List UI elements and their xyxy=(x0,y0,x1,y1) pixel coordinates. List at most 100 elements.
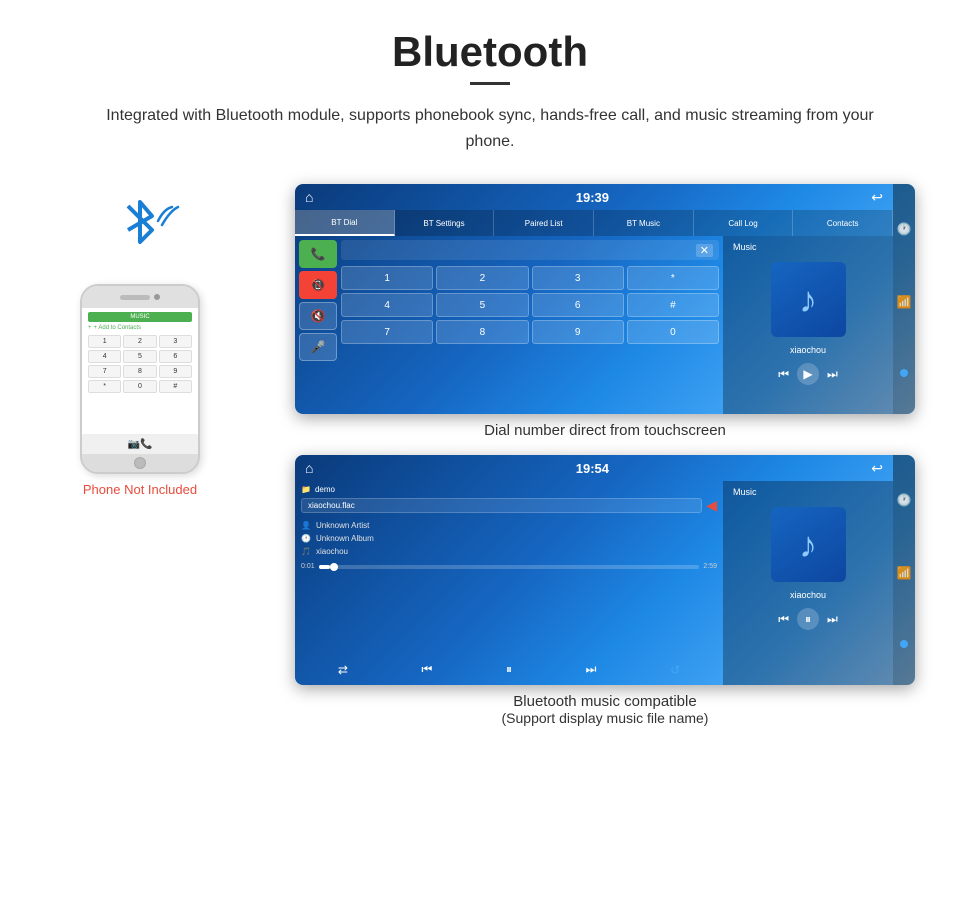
key-hash[interactable]: # xyxy=(627,293,719,317)
screen1-caption: Dial number direct from touchscreen xyxy=(484,422,726,439)
prev-button-2[interactable]: ⏮ xyxy=(778,612,789,627)
screen1-body: 📞 📵 🔇 🎤 ✕ 1 xyxy=(295,236,893,414)
phone-key: * xyxy=(88,380,121,393)
key-2[interactable]: 2 xyxy=(436,266,528,290)
play-button-1[interactable]: ▶ xyxy=(797,363,819,385)
phone-key: # xyxy=(159,380,192,393)
dial-action-buttons: 📞 📵 🔇 🎤 xyxy=(299,240,337,410)
phone-call-icon: 📞 xyxy=(140,439,152,450)
side-icon-dot xyxy=(900,369,908,377)
next-button-1[interactable]: ⏭ xyxy=(827,367,838,382)
music-progress-fill xyxy=(319,565,330,569)
side-icon-time: 🕐 xyxy=(897,222,912,236)
phone-mockup: MUSIC ++ Add to Contacts 1 2 3 4 5 6 7 8… xyxy=(80,284,200,474)
key-0[interactable]: 0 xyxy=(627,320,719,344)
mute-button[interactable]: 🔇 xyxy=(299,302,337,330)
music-controls-2: ⏮ ⏸ ⏭ xyxy=(778,608,838,630)
main-content: MUSIC ++ Add to Contacts 1 2 3 4 5 6 7 8… xyxy=(0,184,980,726)
phone-key: 0 xyxy=(123,380,156,393)
screen2-caption-wrap: Bluetooth music compatible (Support disp… xyxy=(502,693,709,726)
phone-key: 3 xyxy=(159,335,192,348)
time-start: 0:01 xyxy=(301,563,315,570)
music-note-icon-2: ♪ xyxy=(799,524,817,566)
end-call-button[interactable]: 📵 xyxy=(299,271,337,299)
phone-keypad: 1 2 3 4 5 6 7 8 9 * 0 # xyxy=(88,335,192,393)
mic-button[interactable]: 🎤 xyxy=(299,333,337,361)
repeat-icon[interactable]: ↺ xyxy=(670,663,680,677)
album-icon: 🕐 xyxy=(301,534,311,543)
phone-screen: MUSIC ++ Add to Contacts 1 2 3 4 5 6 7 8… xyxy=(82,308,198,434)
dial-display: ✕ xyxy=(341,240,719,260)
phone-home-button xyxy=(82,454,198,472)
screen1-status-bar: ⌂ 19:39 ↩ xyxy=(295,184,893,210)
artist-row: 👤 Unknown Artist xyxy=(301,521,717,530)
screen2-time: 19:54 xyxy=(576,461,609,476)
left-panel: MUSIC ++ Add to Contacts 1 2 3 4 5 6 7 8… xyxy=(40,194,240,497)
music-progress-bar[interactable] xyxy=(319,565,700,569)
pause-icon[interactable]: ⏸ xyxy=(506,662,512,677)
dial-pad: ✕ 1 2 3 * 4 5 xyxy=(341,240,719,410)
music-left: 📁 demo xiaochou.flac ◀ 👤 xyxy=(295,481,723,685)
album-row: 🕐 Unknown Album xyxy=(301,534,717,543)
music-folder: 📁 demo xyxy=(301,485,717,494)
subtitle: Integrated with Bluetooth module, suppor… xyxy=(90,103,890,154)
phone-key: 8 xyxy=(123,365,156,378)
key-9[interactable]: 9 xyxy=(532,320,624,344)
phone-key: 4 xyxy=(88,350,121,363)
side-icon-time-2: 🕐 xyxy=(897,493,912,507)
screen2-back-icon: ↩ xyxy=(871,460,883,477)
music-label-1: Music xyxy=(733,242,757,252)
phone-bottom-icons: 📷 📞 xyxy=(122,434,159,454)
screen2-status-bar: ⌂ 19:54 ↩ xyxy=(295,455,893,481)
tab-bt-music[interactable]: BT Music xyxy=(594,210,694,236)
artist-icon: 👤 xyxy=(301,521,311,530)
track-name-2: xiaochou xyxy=(790,590,826,600)
key-1[interactable]: 1 xyxy=(341,266,433,290)
phone-home-circle xyxy=(134,457,146,469)
prev-button-1[interactable]: ⏮ xyxy=(778,367,789,382)
music-file-area: xiaochou.flac ◀ xyxy=(301,497,717,514)
track-label: xiaochou xyxy=(316,547,348,556)
tab-bt-settings[interactable]: BT Settings xyxy=(395,210,495,236)
screen1-time: 19:39 xyxy=(576,190,609,205)
next-icon[interactable]: ⏭ xyxy=(586,662,597,677)
music-panel-2: Music ♪ xiaochou ⏮ ⏸ ⏭ xyxy=(723,481,893,685)
key-8[interactable]: 8 xyxy=(436,320,528,344)
side-icon-signal: 📶 xyxy=(897,295,912,309)
phone-add-contact: ++ Add to Contacts xyxy=(88,325,192,331)
phone-key: 5 xyxy=(123,350,156,363)
bluetooth-icon-wrap xyxy=(100,194,180,274)
phone-key: 9 xyxy=(159,365,192,378)
shuffle-icon[interactable]: ⇄ xyxy=(338,663,348,677)
pause-button-2[interactable]: ⏸ xyxy=(797,608,819,630)
music-info-area: 👤 Unknown Artist 🕐 Unknown Album 🎵 xiao xyxy=(301,521,717,556)
key-6[interactable]: 6 xyxy=(532,293,624,317)
key-star[interactable]: * xyxy=(627,266,719,290)
phone-camera xyxy=(154,294,160,300)
next-button-2[interactable]: ⏭ xyxy=(827,612,838,627)
folder-name: demo xyxy=(315,485,335,494)
screen1-home-icon: ⌂ xyxy=(305,189,313,205)
phone-key: 6 xyxy=(159,350,192,363)
screen1-tabs[interactable]: BT Dial BT Settings Paired List BT Music… xyxy=(295,210,893,236)
music-panel-1: Music ♪ xiaochou ⏮ ▶ ⏭ xyxy=(723,236,893,414)
key-4[interactable]: 4 xyxy=(341,293,433,317)
screen2-home-icon: ⌂ xyxy=(305,460,313,476)
phone-screen-header: MUSIC xyxy=(88,312,192,322)
tab-contacts[interactable]: Contacts xyxy=(793,210,893,236)
music-progress-row: 0:01 2:59 xyxy=(301,563,717,570)
tab-bt-dial[interactable]: BT Dial xyxy=(295,210,395,236)
key-7[interactable]: 7 xyxy=(341,320,433,344)
screen2-body: 📁 demo xiaochou.flac ◀ 👤 xyxy=(295,481,893,685)
call-button[interactable]: 📞 xyxy=(299,240,337,268)
folder-icon: 📁 xyxy=(301,485,311,494)
phone-video-icon: 📷 xyxy=(128,439,140,450)
prev-icon[interactable]: ⏮ xyxy=(422,662,433,677)
dial-backspace[interactable]: ✕ xyxy=(696,244,713,257)
right-panel: ⌂ 19:39 ↩ BT Dial BT Settings Paired Lis… xyxy=(270,184,940,726)
phone-speaker xyxy=(120,295,150,300)
key-5[interactable]: 5 xyxy=(436,293,528,317)
key-3[interactable]: 3 xyxy=(532,266,624,290)
tab-call-log[interactable]: Call Log xyxy=(694,210,794,236)
tab-paired-list[interactable]: Paired List xyxy=(494,210,594,236)
